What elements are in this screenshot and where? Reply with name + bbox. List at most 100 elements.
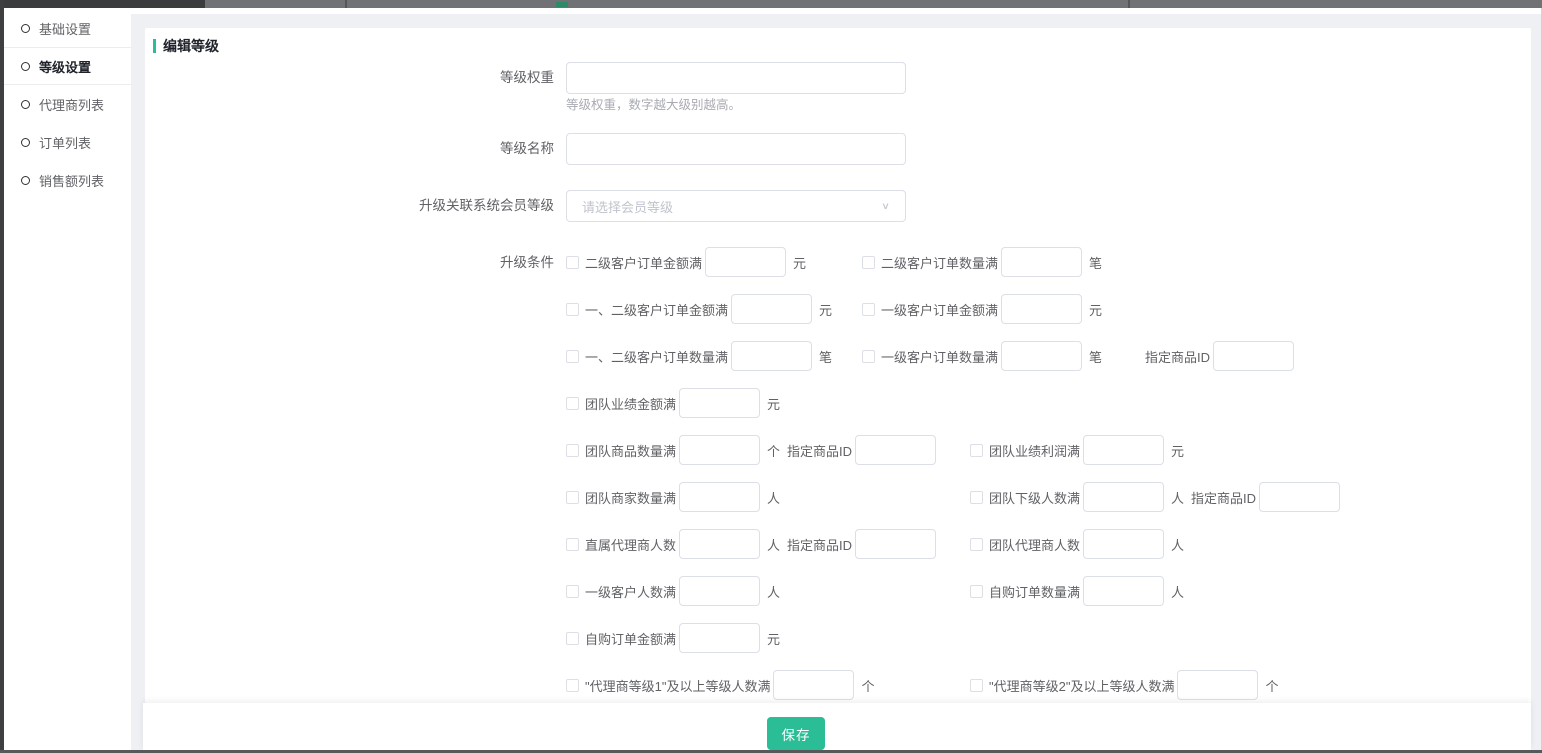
condition-value-input[interactable] — [679, 576, 760, 606]
condition-item: 二级客户订单数量满 笔 — [862, 247, 1102, 277]
condition-value-input[interactable] — [1083, 435, 1164, 465]
condition-value-input[interactable] — [1083, 482, 1164, 512]
condition-value-input[interactable] — [731, 341, 812, 371]
condition-value-input[interactable] — [1083, 529, 1164, 559]
sidebar-item-label: 基础设置 — [39, 19, 91, 38]
radio-circle-icon — [21, 100, 30, 109]
checkbox[interactable] — [862, 350, 875, 363]
member-level-label: 升级关联系统会员等级 — [153, 190, 566, 215]
checkbox[interactable] — [566, 632, 579, 645]
condition-item: "代理商等级1"及以上等级人数满 个 — [566, 670, 970, 700]
upgrade-conditions-row: 升级条件 二级客户订单金额满 元 二级客户订单数量满 笔 — [153, 247, 1511, 717]
member-level-row: 升级关联系统会员等级 请选择会员等级 ∨ — [153, 190, 1511, 222]
product-id-label: 指定商品ID — [787, 441, 852, 460]
level-weight-row: 等级权重 等级权重，数字越大级别越高。 — [153, 62, 1511, 113]
checkbox[interactable] — [566, 491, 579, 504]
checkbox[interactable] — [862, 303, 875, 316]
condition-item: 团队代理商人数 人 — [970, 529, 1184, 559]
condition-value-input[interactable] — [1177, 670, 1258, 700]
product-id-label: 指定商品ID — [787, 535, 852, 554]
condition-value-input[interactable] — [679, 529, 760, 559]
sidebar-item-agent-list[interactable]: 代理商列表 — [4, 85, 131, 123]
sidebar-item-order-list[interactable]: 订单列表 — [4, 123, 131, 161]
condition-item: 团队商品数量满 个 指定商品ID — [566, 435, 970, 465]
sidebar-item-label: 代理商列表 — [39, 95, 104, 114]
product-id-input[interactable] — [1259, 482, 1340, 512]
checkbox[interactable] — [566, 679, 579, 692]
checkbox[interactable] — [566, 538, 579, 551]
product-id-input[interactable] — [855, 435, 936, 465]
product-id-input[interactable] — [855, 529, 936, 559]
condition-row: 直属代理商人数 人 指定商品ID 团队代理商人数 人 — [566, 529, 1340, 559]
checkbox[interactable] — [970, 491, 983, 504]
condition-row: "代理商等级1"及以上等级人数满 个 "代理商等级2"及以上等级人数满 个 — [566, 670, 1340, 700]
condition-item: 团队业绩金额满 元 — [566, 388, 970, 418]
member-level-select[interactable]: 请选择会员等级 ∨ — [566, 190, 906, 222]
checkbox[interactable] — [970, 538, 983, 551]
condition-value-input[interactable] — [679, 623, 760, 653]
condition-value-input[interactable] — [731, 294, 812, 324]
checkbox[interactable] — [566, 397, 579, 410]
sidebar-item-sales-list[interactable]: 销售额列表 — [4, 161, 131, 199]
condition-item: 团队商家数量满 人 — [566, 482, 970, 512]
checkbox[interactable] — [566, 350, 579, 363]
radio-circle-icon — [21, 176, 30, 185]
level-weight-input[interactable] — [566, 62, 906, 94]
condition-row: 团队商品数量满 个 指定商品ID 团队业绩利润满 元 — [566, 435, 1340, 465]
condition-item: "代理商等级2"及以上等级人数满 个 — [970, 670, 1278, 700]
condition-row: 自购订单金额满 元 — [566, 623, 1340, 653]
product-id-input[interactable] — [1213, 341, 1294, 371]
condition-value-input[interactable] — [679, 435, 760, 465]
condition-item: 直属代理商人数 人 指定商品ID — [566, 529, 970, 559]
top-strip — [4, 8, 1542, 14]
level-name-input[interactable] — [566, 133, 906, 165]
condition-value-input[interactable] — [1083, 576, 1164, 606]
chrome-accent-dash — [556, 2, 568, 7]
condition-item: 自购订单金额满 元 — [566, 623, 970, 653]
checkbox[interactable] — [566, 256, 579, 269]
condition-value-input[interactable] — [1001, 341, 1082, 371]
radio-circle-icon — [21, 62, 30, 71]
checkbox[interactable] — [566, 444, 579, 457]
sidebar-item-basic-settings[interactable]: 基础设置 — [4, 9, 131, 47]
level-name-label: 等级名称 — [153, 133, 566, 158]
select-placeholder: 请选择会员等级 — [582, 197, 881, 216]
chrome-divider — [345, 0, 347, 8]
checkbox[interactable] — [970, 679, 983, 692]
edit-level-panel: 编辑等级 等级权重 等级权重，数字越大级别越高。 等级名称 升级关联系统会员等级… — [145, 28, 1531, 703]
condition-row: 一、二级客户订单数量满 笔 一级客户订单数量满 笔 指定商品ID — [566, 341, 1340, 371]
condition-value-input[interactable] — [1001, 247, 1082, 277]
checkbox[interactable] — [566, 585, 579, 598]
condition-row: 一级客户人数满 人 自购订单数量满 人 — [566, 576, 1340, 606]
level-name-row: 等级名称 — [153, 133, 1511, 165]
chrome-segment — [0, 0, 205, 8]
condition-value-input[interactable] — [773, 670, 854, 700]
condition-item: 一、二级客户订单数量满 笔 — [566, 341, 862, 371]
condition-value-input[interactable] — [679, 482, 760, 512]
sidebar-item-label: 等级设置 — [39, 57, 91, 76]
window-left-border — [0, 0, 4, 753]
checkbox[interactable] — [566, 303, 579, 316]
save-button[interactable]: 保存 — [767, 717, 825, 750]
product-id-label: 指定商品ID — [1145, 347, 1210, 366]
chrome-divider — [1128, 0, 1130, 8]
sidebar-item-label: 订单列表 — [39, 133, 91, 152]
condition-value-input[interactable] — [679, 388, 760, 418]
title-accent-bar — [153, 39, 156, 53]
sidebar-item-level-settings[interactable]: 等级设置 — [4, 47, 131, 85]
section-title: 编辑等级 — [153, 38, 1511, 54]
level-weight-label: 等级权重 — [153, 62, 566, 87]
upgrade-conditions-label: 升级条件 — [153, 247, 566, 272]
chevron-down-icon: ∨ — [881, 200, 890, 211]
condition-item: 团队下级人数满 人 指定商品ID — [970, 482, 1340, 512]
checkbox[interactable] — [970, 444, 983, 457]
condition-row: 团队商家数量满 人 团队下级人数满 人 指定商品ID — [566, 482, 1340, 512]
condition-value-input[interactable] — [705, 247, 786, 277]
condition-item: 自购订单数量满 人 — [970, 576, 1184, 606]
condition-row: 一、二级客户订单金额满 元 一级客户订单金额满 元 — [566, 294, 1340, 324]
checkbox[interactable] — [862, 256, 875, 269]
checkbox[interactable] — [970, 585, 983, 598]
product-id-label: 指定商品ID — [1191, 488, 1256, 507]
form-footer: 保存 — [143, 703, 1531, 750]
condition-value-input[interactable] — [1001, 294, 1082, 324]
